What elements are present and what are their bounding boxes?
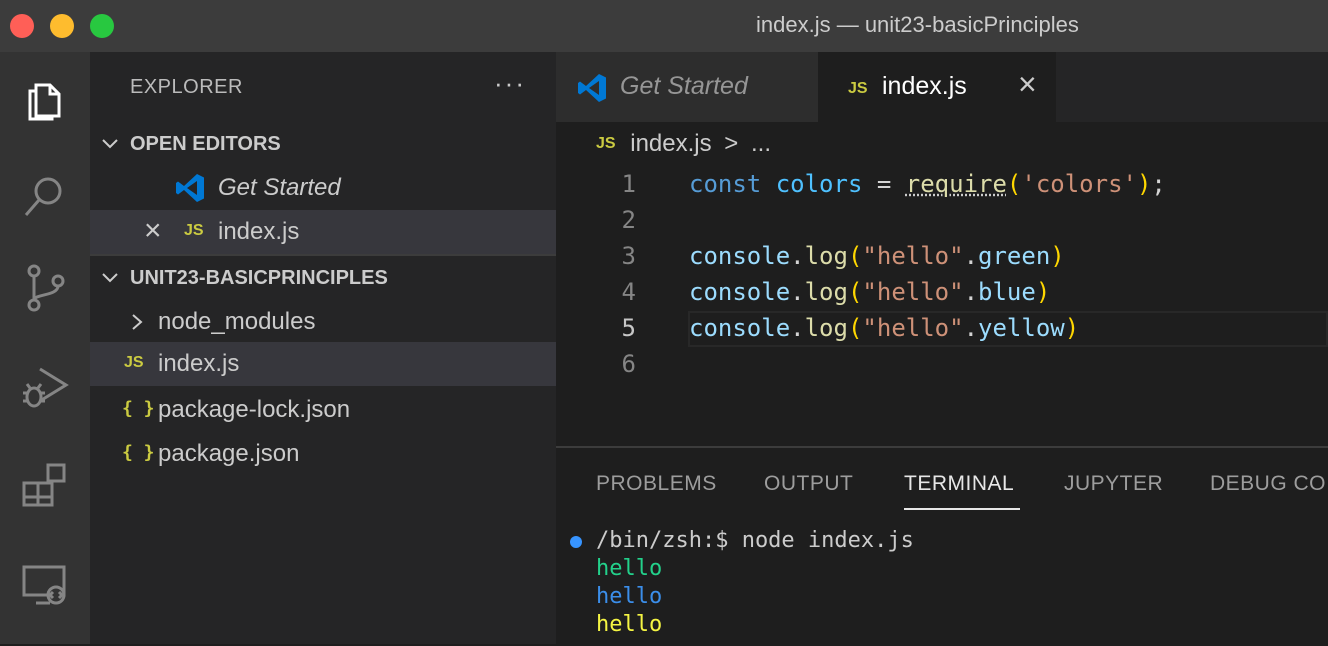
tab-jupyter[interactable]: JUPYTER xyxy=(1064,472,1163,496)
js-file-icon: JS xyxy=(124,354,144,372)
line-number: 1 xyxy=(596,170,636,198)
line-number: 6 xyxy=(596,350,636,378)
bottom-panel: PROBLEMS OUTPUT TERMINAL JUPYTER DEBUG C… xyxy=(556,446,1328,646)
maximize-window-button[interactable] xyxy=(90,14,114,38)
line-number: 3 xyxy=(596,242,636,270)
chevron-right-icon xyxy=(130,312,144,332)
terminal-output-line: hello xyxy=(596,584,662,609)
js-file-icon: JS xyxy=(596,135,616,152)
js-file-icon: JS xyxy=(848,80,868,98)
breadcrumb-more[interactable]: ... xyxy=(751,130,771,157)
extensions-icon[interactable] xyxy=(0,444,90,524)
sidebar-title: EXPLORER xyxy=(130,76,243,99)
js-file-icon: JS xyxy=(184,222,204,240)
vscode-icon xyxy=(576,72,608,104)
open-editors-header[interactable]: OPEN EDITORS xyxy=(90,122,556,166)
tree-item-label: package.json xyxy=(158,440,299,468)
activity-bar xyxy=(0,52,90,644)
run-debug-icon[interactable] xyxy=(0,348,90,428)
chevron-down-icon xyxy=(100,134,120,154)
open-editor-label: index.js xyxy=(218,218,299,246)
close-window-button[interactable] xyxy=(10,14,34,38)
tab-label: Get Started xyxy=(620,72,748,101)
editor-tab-bar: Get Started JS index.js × xyxy=(556,52,1328,122)
minimize-window-button[interactable] xyxy=(50,14,74,38)
open-editor-item[interactable]: × JS index.js xyxy=(90,210,556,254)
tree-item-label: index.js xyxy=(158,350,239,378)
explorer-icon[interactable] xyxy=(0,60,90,140)
tab-terminal[interactable]: TERMINAL xyxy=(904,472,1014,496)
terminal-prompt: /bin/zsh:$ node index.js xyxy=(596,528,914,553)
line-number: 5 xyxy=(596,314,636,342)
breadcrumb-separator: > xyxy=(724,130,738,157)
json-file-icon: { } xyxy=(122,442,155,463)
code-line: console.log("hello".yellow) xyxy=(689,314,1079,342)
json-file-icon: { } xyxy=(122,398,155,419)
remote-explorer-icon[interactable] xyxy=(0,544,90,624)
tree-item-file[interactable]: { } package.json xyxy=(90,432,556,476)
code-line: const colors = require('colors'); xyxy=(689,170,1166,198)
active-tab-indicator xyxy=(904,508,1020,510)
line-number: 4 xyxy=(596,278,636,306)
vscode-icon xyxy=(174,172,206,204)
breadcrumb-file[interactable]: index.js xyxy=(630,130,711,157)
open-editor-item[interactable]: Get Started xyxy=(90,166,556,210)
code-editor[interactable]: 1 2 3 4 5 6 const colors = require('colo… xyxy=(556,164,1328,446)
tab-index-js[interactable]: JS index.js × xyxy=(818,52,1056,122)
breadcrumb: JS index.js > ... xyxy=(596,130,771,158)
more-actions-icon[interactable]: ··· xyxy=(494,68,526,99)
tree-item-label: package-lock.json xyxy=(158,396,350,424)
window-title: index.js — unit23-basicPrinciples xyxy=(756,12,1079,38)
section-label: UNIT23-BASICPRINCIPLES xyxy=(130,267,388,290)
command-status-dot xyxy=(570,536,582,548)
tree-item-file[interactable]: JS index.js xyxy=(90,342,556,386)
code-line: console.log("hello".green) xyxy=(689,242,1065,270)
project-header[interactable]: UNIT23-BASICPRINCIPLES xyxy=(90,256,556,300)
open-editor-label: Get Started xyxy=(218,174,341,202)
tab-label: index.js xyxy=(882,72,967,101)
tab-output[interactable]: OUTPUT xyxy=(764,472,853,496)
line-number: 2 xyxy=(596,206,636,234)
close-icon[interactable]: × xyxy=(1018,66,1037,103)
tree-item-label: node_modules xyxy=(158,308,315,336)
tree-item-folder[interactable]: node_modules xyxy=(90,300,556,344)
tree-item-file[interactable]: { } package-lock.json xyxy=(90,388,556,432)
tab-debug-console[interactable]: DEBUG CO xyxy=(1210,472,1326,496)
explorer-sidebar: EXPLORER ··· OPEN EDITORS Get Started × … xyxy=(90,52,556,644)
tab-problems[interactable]: PROBLEMS xyxy=(596,472,717,496)
source-control-icon[interactable] xyxy=(0,248,90,328)
title-bar: index.js — unit23-basicPrinciples xyxy=(0,0,1328,52)
terminal-output-line: hello xyxy=(596,556,662,581)
code-line: console.log("hello".blue) xyxy=(689,278,1050,306)
tab-get-started[interactable]: Get Started xyxy=(556,52,818,122)
search-icon[interactable] xyxy=(0,156,90,236)
terminal-output-line: hello xyxy=(596,612,662,637)
chevron-down-icon xyxy=(100,268,120,288)
close-icon[interactable]: × xyxy=(144,214,162,248)
section-label: OPEN EDITORS xyxy=(130,133,281,156)
